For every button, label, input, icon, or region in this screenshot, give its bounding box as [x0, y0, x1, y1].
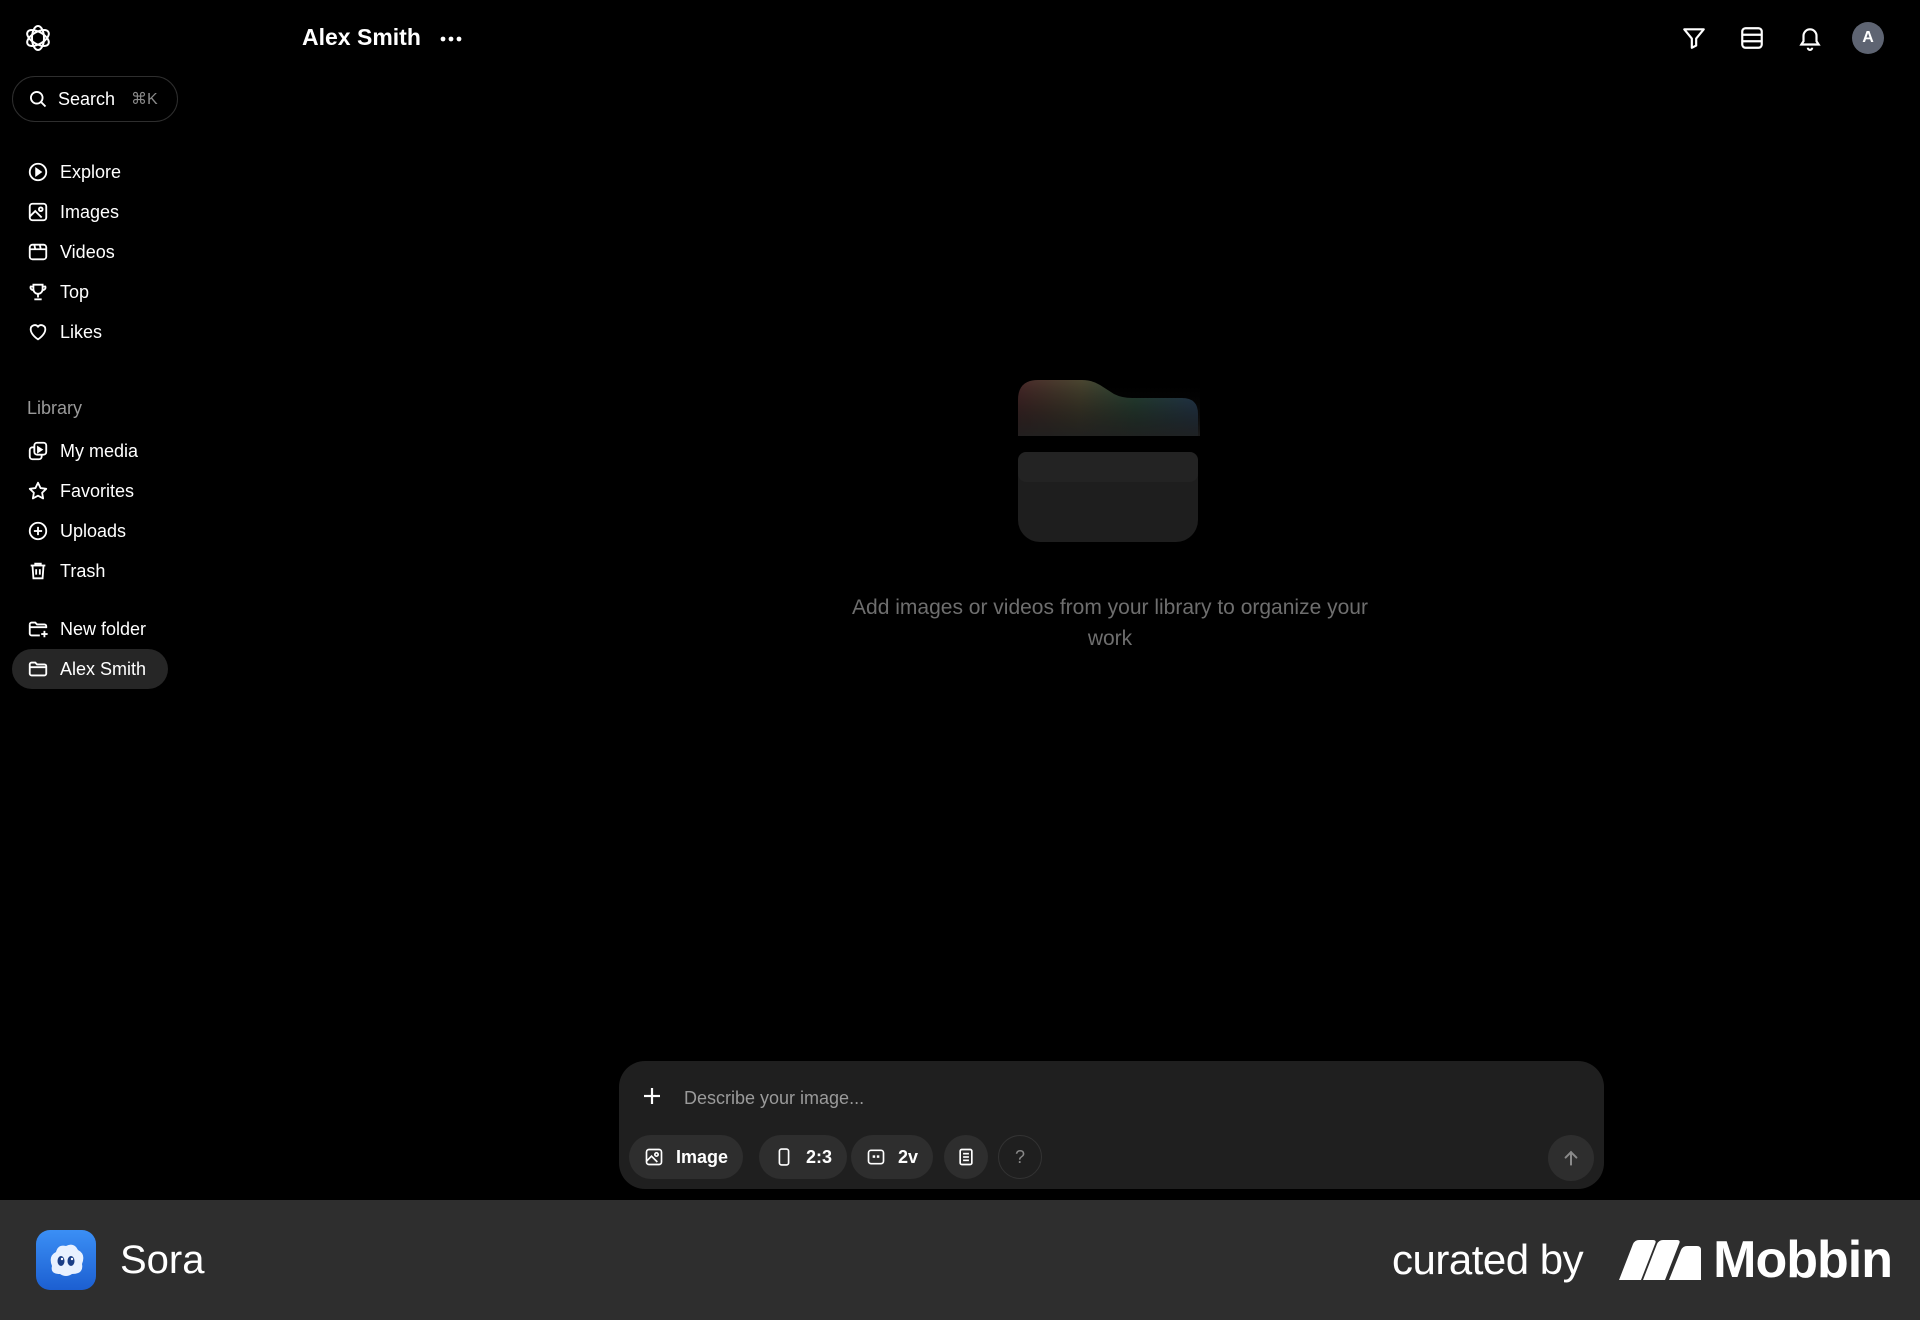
mobbin-wordmark: Mobbin [1713, 1231, 1893, 1289]
nav-item-uploads[interactable]: Uploads [12, 511, 202, 551]
nav-item-label: New folder [60, 618, 147, 639]
help-label: ? [1014, 1146, 1025, 1167]
avatar[interactable]: A [1852, 22, 1884, 54]
star-icon [28, 481, 48, 500]
image-icon [28, 202, 48, 222]
nav-item-top[interactable]: Top [12, 272, 202, 312]
prompt-input[interactable] [684, 1085, 1484, 1111]
folder-icon [28, 661, 48, 677]
prompt-composer: Image 2:3 2v ? [619, 1061, 1604, 1189]
new-folder-button[interactable]: New folder [12, 609, 202, 649]
heart-icon [29, 324, 47, 341]
nav-item-label: Images [60, 201, 120, 222]
nav-item-label: My media [60, 440, 139, 461]
curated-by-text: curated by [1392, 1236, 1584, 1283]
bell-icon [1799, 28, 1821, 51]
curated-by: curated by Mobbin [1392, 1230, 1893, 1290]
filter-icon [1683, 28, 1705, 49]
nav-item-favorites[interactable]: Favorites [12, 471, 202, 511]
openai-logo-icon[interactable] [22, 22, 54, 54]
folder-item-alex-smith[interactable]: Alex Smith [12, 649, 168, 689]
send-button[interactable] [1548, 1135, 1594, 1181]
attribution-banner: Sora curated by Mobbin [0, 1200, 1920, 1320]
empty-state-message: Add images or videos from your library t… [852, 596, 1368, 650]
trash-icon [30, 562, 46, 580]
filter-button[interactable] [1678, 20, 1710, 56]
nav-item-label: Likes [60, 321, 103, 342]
variations-label: 2v [898, 1146, 919, 1167]
help-button[interactable]: ? [998, 1135, 1042, 1179]
search-icon [30, 91, 47, 108]
media-type-button[interactable]: Image [629, 1135, 744, 1179]
plus-icon [644, 1088, 660, 1104]
upload-icon [28, 521, 48, 541]
page-title: Alex Smith [302, 24, 421, 50]
search-label: Search [58, 88, 116, 109]
explore-icon [28, 162, 48, 182]
layout-button[interactable] [1736, 20, 1768, 56]
main-nav: Explore Images Videos Top Likes [12, 152, 202, 352]
variations-button[interactable]: 2v [851, 1135, 934, 1179]
app-brand: Sora [36, 1230, 205, 1290]
nav-item-explore[interactable]: Explore [12, 152, 202, 192]
library-nav: My media Favorites Uploads Trash [12, 431, 202, 591]
more-options-button[interactable] [436, 24, 466, 54]
mobbin-logo: Mobbin [1619, 1230, 1893, 1290]
more-horizontal-icon [440, 36, 462, 42]
variations-icon [867, 1149, 885, 1165]
folder-plus-icon [28, 621, 48, 638]
nav-item-label: Uploads [60, 520, 127, 541]
trophy-icon [29, 283, 47, 301]
nav-item-my-media[interactable]: My media [12, 431, 202, 471]
video-icon [28, 243, 48, 261]
notifications-button[interactable] [1794, 20, 1826, 56]
nav-item-images[interactable]: Images [12, 192, 202, 232]
mobbin-mark-icon [1619, 1240, 1702, 1280]
app-window: Search ⌘K Explore Images Videos Top Like… [0, 0, 1920, 1200]
nav-item-label: Explore [60, 161, 122, 182]
media-icon [28, 441, 48, 461]
nav-item-likes[interactable]: Likes [12, 312, 202, 352]
aspect-ratio-label: 2:3 [806, 1146, 833, 1167]
storyboard-icon [959, 1148, 973, 1166]
layout-icon [1741, 27, 1763, 49]
library-heading: Library [27, 398, 83, 418]
portrait-icon [778, 1148, 790, 1166]
image-icon [645, 1148, 663, 1166]
arrow-up-icon [1564, 1150, 1578, 1166]
media-type-label: Image [676, 1146, 729, 1167]
nav-item-videos[interactable]: Videos [12, 232, 202, 272]
app-name: Sora [120, 1237, 205, 1282]
nav-item-label: Trash [60, 560, 106, 581]
nav-item-label: Top [60, 281, 90, 302]
top-actions: A [1678, 20, 1884, 56]
attach-button[interactable] [639, 1083, 665, 1109]
nav-item-label: Videos [60, 241, 115, 262]
nav-item-label: Favorites [60, 480, 135, 501]
aspect-ratio-button[interactable]: 2:3 [759, 1135, 848, 1179]
sora-app-icon [36, 1230, 96, 1290]
presets-button[interactable] [944, 1135, 988, 1179]
folders-nav: New folder Alex Smith [12, 609, 202, 689]
search-shortcut: ⌘K [131, 91, 158, 108]
nav-item-trash[interactable]: Trash [12, 551, 202, 591]
nav-item-label: Alex Smith [60, 658, 147, 679]
empty-folder-icon [1018, 378, 1200, 542]
search-button[interactable]: Search ⌘K [12, 76, 178, 122]
